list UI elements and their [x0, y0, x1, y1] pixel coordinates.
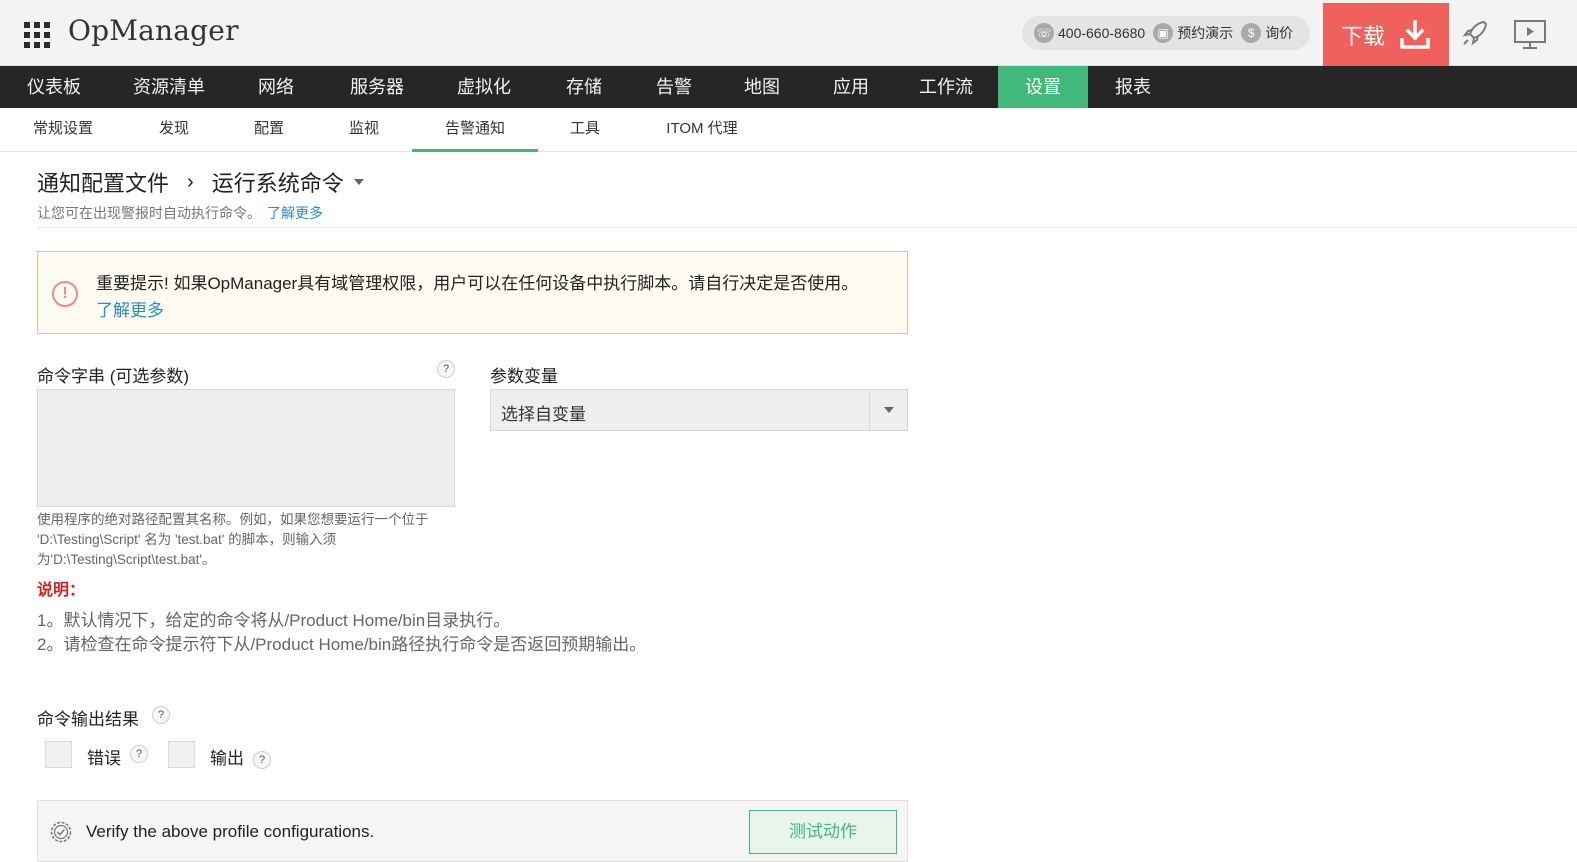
warning-alert: ! 重要提示! 如果OpManager具有域管理权限，用户可以在任何设备中执行脚…	[37, 251, 908, 334]
phone-link[interactable]: ☏ 400-660-8680	[1034, 23, 1145, 43]
rocket-icon[interactable]	[1460, 18, 1490, 48]
subnav-discovery[interactable]: 发现	[126, 108, 222, 152]
verify-bar: Verify the above profile configurations.…	[37, 800, 908, 862]
demo-link[interactable]: ▣ 预约演示	[1153, 23, 1233, 43]
download-icon	[1400, 19, 1430, 49]
note-line-2: 2。请检查在命令提示符下从/Product Home/bin路径执行命令是否返回…	[37, 635, 647, 654]
download-button[interactable]: 下载	[1323, 3, 1449, 66]
app-grid-icon[interactable]	[24, 22, 50, 48]
price-link[interactable]: $ 询价	[1241, 23, 1293, 43]
nav-settings[interactable]: 设置	[998, 66, 1088, 108]
phone-number: 400-660-8680	[1058, 25, 1146, 41]
nav-reports[interactable]: 报表	[1088, 66, 1178, 108]
demo-label: 预约演示	[1177, 25, 1234, 41]
main-nav: 仪表板 资源清单 网络 服务器 虚拟化 存储 告警 地图 应用 工作流 设置 报…	[0, 66, 1577, 108]
variables-selected: 选择自变量	[501, 405, 586, 424]
verified-badge-icon	[50, 821, 72, 843]
price-label: 询价	[1265, 25, 1294, 41]
command-input[interactable]	[37, 389, 455, 507]
nav-maps[interactable]: 地图	[716, 66, 808, 108]
subnav-general[interactable]: 常规设置	[0, 108, 126, 152]
nav-virtualization[interactable]: 虚拟化	[432, 66, 536, 108]
dollar-icon: $	[1241, 23, 1262, 43]
learn-more-link[interactable]: 了解更多	[267, 205, 323, 221]
subnav-notifications[interactable]: 告警通知	[412, 108, 538, 152]
note-line-1: 1。默认情况下，给定的命令将从/Product Home/bin目录执行。	[37, 611, 511, 630]
subnav-itom-agent[interactable]: ITOM 代理	[632, 108, 772, 152]
command-help-icon[interactable]: ?	[437, 360, 455, 378]
nav-inventory[interactable]: 资源清单	[108, 66, 230, 108]
alert-learn-more-link[interactable]: 了解更多	[96, 296, 164, 321]
breadcrumb-separator-icon: ›	[187, 170, 194, 193]
error-checkbox[interactable]	[45, 741, 72, 768]
subnav-monitoring[interactable]: 监视	[316, 108, 412, 152]
output-checkbox[interactable]	[168, 741, 195, 768]
note-title: 说明：	[37, 582, 86, 599]
caret-down-icon[interactable]	[353, 179, 364, 185]
nav-workflow[interactable]: 工作流	[894, 66, 998, 108]
error-label: 错误	[87, 749, 121, 768]
output-label: 命令输出结果	[37, 710, 139, 729]
nav-alarms[interactable]: 告警	[632, 66, 716, 108]
top-header: OpManager ☏ 400-660-8680 ▣ 预约演示 $ 询价 下载	[0, 0, 1577, 66]
error-help-icon[interactable]: ?	[130, 745, 148, 763]
header-divider	[37, 227, 1577, 228]
command-label: 命令字串 (可选参数)	[37, 367, 190, 386]
brand-logo[interactable]: OpManager	[68, 14, 239, 47]
download-label: 下载	[1340, 23, 1385, 49]
variables-label: 参数变量	[490, 367, 558, 386]
subnav-config[interactable]: 配置	[222, 108, 316, 152]
nav-network[interactable]: 网络	[230, 66, 322, 108]
output-help-icon[interactable]: ?	[152, 706, 170, 724]
breadcrumb: 通知配置文件 › 运行系统命令	[37, 166, 364, 198]
alert-text: 重要提示! 如果OpManager具有域管理权限，用户可以在任何设备中执行脚本。…	[96, 274, 859, 293]
test-action-button[interactable]: 测试动作	[749, 810, 897, 854]
nav-apps[interactable]: 应用	[808, 66, 894, 108]
variables-select[interactable]: 选择自变量	[490, 389, 908, 431]
chevron-down-icon	[884, 407, 894, 413]
select-arrow[interactable]	[869, 390, 907, 430]
sub-nav: 常规设置 发现 配置 监视 告警通知 工具 ITOM 代理	[0, 108, 1577, 152]
nav-servers[interactable]: 服务器	[322, 66, 432, 108]
phone-icon: ☏	[1034, 23, 1054, 43]
contact-pill: ☏ 400-660-8680 ▣ 预约演示 $ 询价	[1022, 16, 1310, 50]
presentation-icon[interactable]	[1512, 18, 1548, 50]
output-option-label: 输出	[210, 749, 244, 768]
breadcrumb-parent[interactable]: 通知配置文件	[37, 166, 169, 198]
nav-dashboard[interactable]: 仪表板	[0, 66, 108, 108]
exclamation-icon: !	[52, 281, 78, 307]
subnav-tools[interactable]: 工具	[538, 108, 632, 152]
nav-storage[interactable]: 存储	[536, 66, 632, 108]
breadcrumb-current[interactable]: 运行系统命令	[212, 166, 344, 198]
screen-icon: ▣	[1153, 23, 1174, 43]
command-hint: 使用程序的绝对路径配置其名称。例如，如果您想要运行一个位于 'D:\Testin…	[37, 512, 429, 567]
page-description: 让您可在出现警报时自动执行命令。 了解更多	[37, 203, 323, 223]
output-option-help-icon[interactable]: ?	[253, 751, 271, 769]
description-text: 让您可在出现警报时自动执行命令。	[37, 205, 261, 221]
verify-text: Verify the above profile configurations.	[86, 822, 375, 841]
